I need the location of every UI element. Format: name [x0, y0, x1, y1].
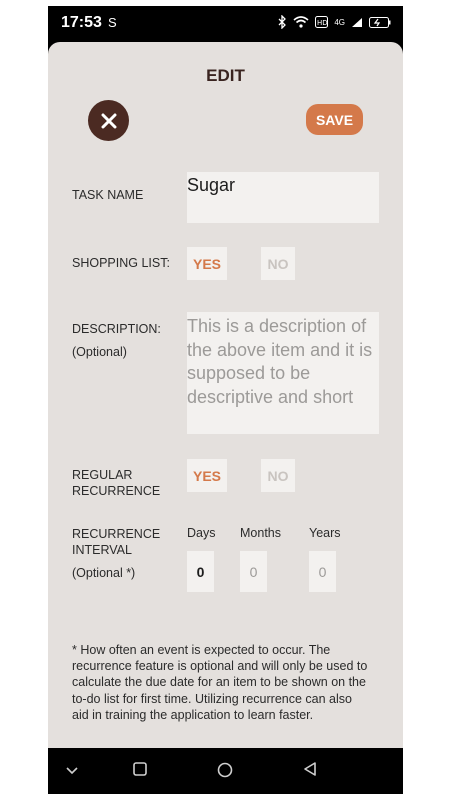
unit-years-label: Years: [309, 526, 341, 540]
carrier-icon: S: [108, 15, 117, 30]
task-name-input[interactable]: Sugar: [187, 172, 379, 223]
home-icon[interactable]: [217, 762, 233, 778]
edit-screen: EDIT SAVE TASK NAME Sugar SHOPPING LIST:…: [48, 42, 403, 748]
unit-months-label: Months: [240, 526, 281, 540]
description-optional-label: (Optional): [72, 345, 127, 359]
navigation-bar: [48, 748, 403, 794]
shopping-list-yes[interactable]: YES: [187, 247, 227, 280]
months-input[interactable]: 0: [240, 551, 267, 592]
status-icons: HD 4G: [278, 15, 391, 29]
unit-days-label: Days: [187, 526, 216, 540]
svg-text:HD: HD: [317, 19, 328, 27]
task-name-label: TASK NAME: [72, 188, 144, 202]
description-label: DESCRIPTION:: [72, 322, 161, 336]
description-input[interactable]: This is a description of the above item …: [187, 312, 379, 434]
close-button[interactable]: [88, 100, 129, 141]
years-input[interactable]: 0: [309, 551, 336, 592]
recurrence-yes[interactable]: YES: [187, 459, 227, 492]
shopping-list-no[interactable]: NO: [261, 247, 295, 280]
battery-icon: [369, 16, 391, 28]
bluetooth-icon: [278, 15, 287, 29]
network-label: 4G: [334, 17, 345, 27]
interval-optional-label: (Optional *): [72, 566, 136, 580]
interval-label-line2: INTERVAL: [72, 543, 132, 557]
shopping-list-label: SHOPPING LIST:: [72, 256, 170, 270]
recurrence-no[interactable]: NO: [261, 459, 295, 492]
hd-icon: HD: [315, 16, 329, 28]
days-input[interactable]: 0: [187, 551, 214, 592]
chevron-down-icon[interactable]: [65, 766, 79, 776]
signal-icon: [352, 17, 362, 27]
wifi-icon: [293, 16, 309, 28]
recurrence-label-line2: RECURRENCE: [72, 484, 161, 498]
interval-label-line1: RECURRENCE: [72, 527, 161, 541]
recent-apps-icon[interactable]: [133, 762, 147, 776]
recurrence-label-line1: REGULAR: [72, 468, 133, 482]
page-title: EDIT: [206, 66, 245, 85]
save-button[interactable]: SAVE: [306, 104, 363, 135]
back-icon[interactable]: [303, 762, 317, 776]
phone-frame: 17:53 S HD 4G EDIT SAVE TASK NAME Sugar …: [48, 6, 403, 794]
close-icon: [101, 113, 116, 128]
recurrence-footnote: * How often an event is expected to occu…: [72, 643, 368, 722]
status-time: 17:53: [61, 14, 102, 31]
status-bar: 17:53 S HD 4G: [48, 6, 403, 40]
